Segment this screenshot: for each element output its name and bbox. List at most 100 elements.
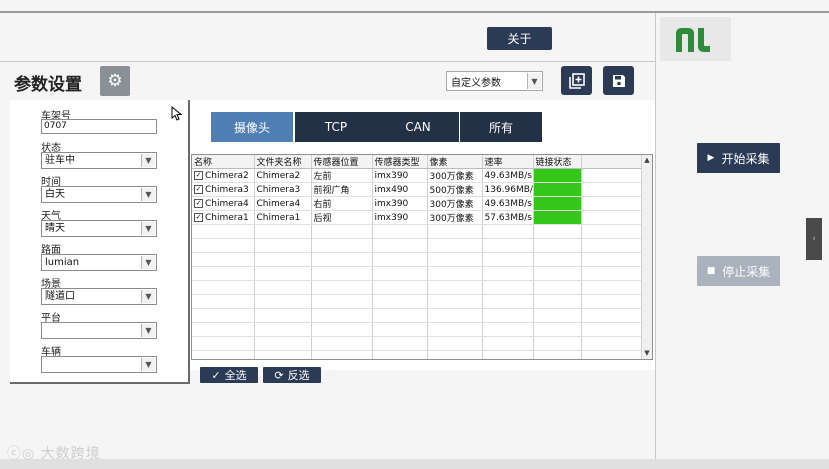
table-row[interactable]: ✓ Chimera3 Chimera3 前视广角 imx490 500万像素 13… (192, 182, 645, 197)
stop-capture-label: 停止采集 (722, 264, 771, 279)
cell-folder: Chimera2 (254, 168, 312, 183)
column-header[interactable]: 传感器类型 (372, 155, 428, 169)
preset-select[interactable]: 自定义参数 ▼ (446, 71, 543, 91)
table-row[interactable]: ✓ Chimera2 Chimera2 左前 imx390 300万像素 49.6… (192, 168, 645, 183)
cell-name: Chimera2 (205, 170, 249, 181)
top-border (0, 11, 829, 13)
cell-type: imx390 (372, 196, 428, 211)
table-row-empty (192, 266, 645, 281)
status-select[interactable]: 驻车中 ▼ (41, 152, 157, 169)
platform-select[interactable]: ▼ (41, 322, 157, 339)
cell-position: 后视 (311, 210, 373, 225)
chevron-down-icon: ▼ (527, 73, 541, 89)
ni-logo-mark (676, 28, 710, 52)
chevron-down-icon: ▼ (141, 188, 155, 201)
column-header[interactable]: 速率 (482, 155, 534, 169)
play-icon: ▶ (707, 153, 715, 163)
parameter-form-panel (10, 100, 190, 384)
stop-icon: ■ (706, 266, 716, 276)
road-select[interactable]: lumian ▼ (41, 254, 157, 271)
chevron-down-icon: ▼ (141, 358, 155, 371)
select-all-button[interactable]: ✓ 全选 (200, 367, 258, 383)
preset-select-value: 自定义参数 (451, 77, 501, 89)
cell-position: 右前 (311, 196, 373, 211)
column-header[interactable]: 文件夹名称 (254, 155, 312, 169)
time-select[interactable]: 白天 ▼ (41, 186, 157, 203)
table-scrollbar[interactable]: ▲ ▼ (641, 155, 652, 359)
start-capture-button[interactable]: ▶ 开始采集 (697, 143, 780, 173)
weather-select-value: 晴天 (45, 223, 65, 234)
cell-folder: Chimera3 (254, 182, 312, 197)
row-checkbox[interactable]: ✓ (194, 212, 203, 222)
sensor-table: 名称 文件夹名称 传感器位置 传感器类型 像素 速率 链接状态 ✓ Chimera… (191, 154, 653, 360)
tab-can[interactable]: CAN (377, 112, 459, 142)
cell-position: 左前 (311, 168, 373, 183)
chevron-down-icon: ▼ (141, 324, 155, 337)
save-icon (612, 74, 625, 87)
chevron-down-icon: ▼ (141, 290, 155, 303)
cell-folder: Chimera4 (254, 196, 312, 211)
cell-name: Chimera1 (205, 212, 249, 223)
row-checkbox[interactable]: ✓ (194, 198, 203, 208)
save-button[interactable] (603, 66, 634, 95)
table-header-row: 名称 文件夹名称 传感器位置 传感器类型 像素 速率 链接状态 (192, 155, 645, 169)
invert-selection-button[interactable]: ⟳ 反选 (263, 367, 321, 383)
column-header[interactable]: 像素 (427, 155, 483, 169)
row-checkbox[interactable]: ✓ (194, 170, 203, 180)
status-select-value: 驻车中 (45, 155, 75, 166)
table-row-empty (192, 336, 645, 351)
tab-tcp[interactable]: TCP (295, 112, 377, 142)
mouse-cursor-icon (171, 105, 183, 124)
column-header-empty (581, 155, 645, 169)
cell-pixels: 300万像素 (427, 196, 483, 211)
cell-type: imx390 (372, 168, 428, 183)
vin-input[interactable]: 0707 (41, 119, 157, 134)
road-select-value: lumian (45, 257, 80, 268)
page-title: 参数设置 (14, 75, 82, 95)
cell-rate: 49.63MB/s (482, 168, 534, 183)
column-header[interactable]: 名称 (192, 155, 255, 169)
column-header[interactable]: 传感器位置 (311, 155, 373, 169)
link-status-indicator (533, 196, 582, 211)
check-icon: ✓ (211, 368, 221, 382)
invert-selection-label: 反选 (287, 369, 310, 382)
add-preset-button[interactable] (561, 66, 592, 95)
column-header[interactable]: 链接状态 (533, 155, 582, 169)
table-row-empty (192, 322, 645, 337)
cell-position: 前视广角 (311, 182, 373, 197)
gear-icon: ⚙ (107, 71, 123, 91)
cell-pixels: 300万像素 (427, 168, 483, 183)
cell-name: Chimera4 (205, 198, 249, 209)
stop-capture-button[interactable]: ■ 停止采集 (697, 256, 780, 286)
about-button[interactable]: 关于 (487, 27, 552, 50)
scene-select[interactable]: 隧道口 ▼ (41, 288, 157, 305)
link-status-indicator (533, 182, 582, 197)
table-row[interactable]: ✓ Chimera1 Chimera1 后视 imx390 300万像素 57.6… (192, 210, 645, 225)
time-select-value: 白天 (45, 189, 65, 200)
row-checkbox[interactable]: ✓ (194, 184, 203, 194)
vehicle-select[interactable]: ▼ (41, 356, 157, 373)
link-status-indicator (533, 168, 582, 183)
start-capture-label: 开始采集 (721, 151, 770, 166)
table-row-empty (192, 294, 645, 309)
tab-camera[interactable]: 摄像头 (211, 112, 293, 142)
scroll-up-icon[interactable]: ▲ (642, 156, 652, 164)
ni-logo (660, 17, 731, 61)
bottom-bar (0, 459, 829, 469)
link-status-indicator (533, 210, 582, 225)
scene-select-value: 隧道口 (45, 291, 75, 302)
tab-all[interactable]: 所有 (460, 112, 542, 142)
cell-pixels: 300万像素 (427, 210, 483, 225)
side-drawer-handle[interactable]: ‹ (806, 218, 822, 260)
weather-select[interactable]: 晴天 ▼ (41, 220, 157, 237)
table-row[interactable]: ✓ Chimera4 Chimera4 右前 imx390 300万像素 49.6… (192, 196, 645, 211)
select-all-label: 全选 (224, 369, 247, 382)
cell-rate: 49.63MB/s (482, 196, 534, 211)
scroll-down-icon[interactable]: ▼ (642, 349, 652, 357)
chevron-down-icon: ▼ (141, 256, 155, 269)
refresh-icon: ⟳ (274, 368, 284, 382)
header-divider (0, 61, 655, 62)
table-row-empty (192, 224, 645, 239)
table-row-empty (192, 350, 645, 359)
settings-button[interactable]: ⚙ (100, 66, 130, 96)
